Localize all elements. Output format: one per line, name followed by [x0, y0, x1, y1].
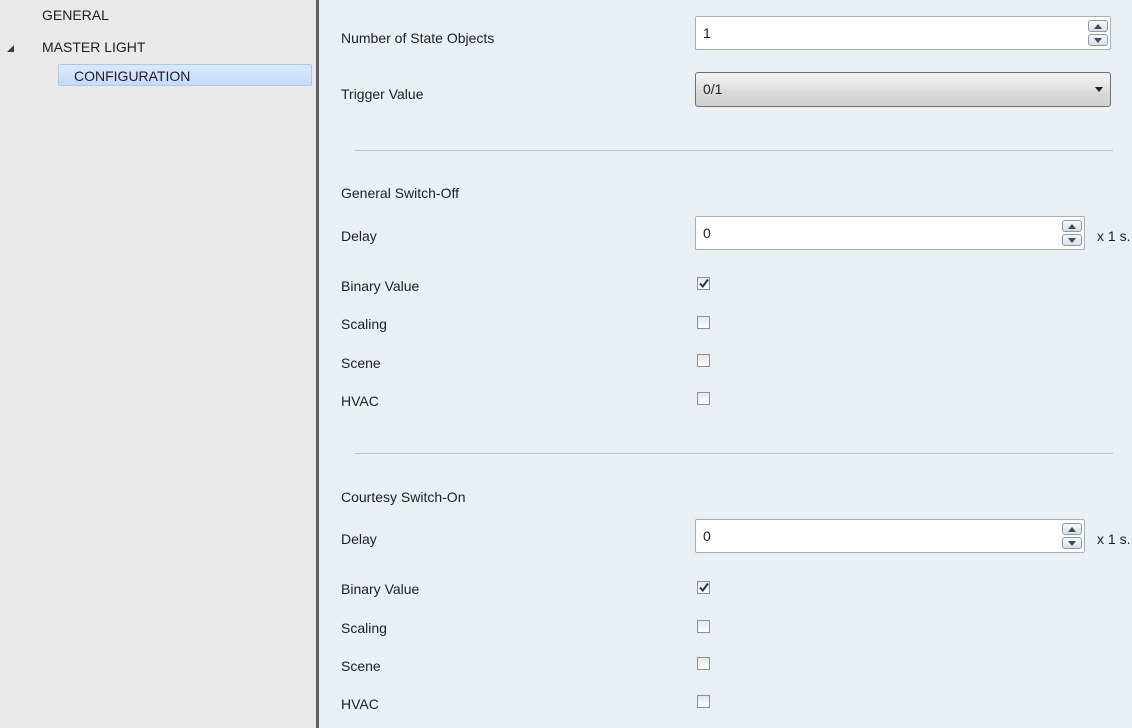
state-objects-spinner[interactable]	[1088, 20, 1108, 46]
arrow-down-icon	[1068, 541, 1076, 546]
tree-item-configuration[interactable]: CONFIGURATION	[58, 64, 312, 86]
sidebar-tree: GENERAL MASTER LIGHT CONFIGURATION	[0, 0, 316, 728]
chevron-down-icon	[1095, 87, 1103, 92]
courtesy-scaling-label: Scaling	[341, 620, 387, 636]
spin-up-button[interactable]	[1062, 523, 1082, 535]
spin-up-button[interactable]	[1088, 20, 1108, 32]
arrow-down-icon	[1094, 38, 1102, 43]
parameter-panel: Number of State Objects 1 Trigger Value …	[319, 0, 1132, 728]
general-hvac-label: HVAC	[341, 393, 379, 409]
courtesy-scaling-checkbox[interactable]	[697, 620, 710, 633]
state-objects-value: 1	[703, 25, 711, 41]
general-scaling-checkbox[interactable]	[697, 316, 710, 329]
checkmark-icon	[699, 582, 709, 593]
courtesy-delay-label: Delay	[341, 531, 377, 547]
arrow-up-icon	[1094, 24, 1102, 29]
general-scene-checkbox[interactable]	[697, 354, 710, 367]
section-divider	[355, 150, 1113, 151]
tree-item-label: MASTER LIGHT	[42, 39, 146, 55]
trigger-value-selected: 0/1	[703, 81, 723, 97]
arrow-down-icon	[1068, 238, 1076, 243]
section-divider	[355, 453, 1113, 454]
courtesy-delay-spinner[interactable]	[1062, 523, 1082, 549]
courtesy-delay-field[interactable]: 0	[695, 519, 1085, 553]
courtesy-hvac-label: HVAC	[341, 696, 379, 712]
collapse-triangle-icon[interactable]	[6, 41, 18, 53]
general-delay-label: Delay	[341, 228, 377, 244]
trigger-value-dropdown[interactable]: 0/1	[695, 72, 1111, 107]
general-binary-label: Binary Value	[341, 278, 420, 294]
spin-down-button[interactable]	[1088, 34, 1108, 46]
state-objects-field[interactable]: 1	[695, 16, 1111, 50]
courtesy-scene-checkbox[interactable]	[697, 657, 710, 670]
tree-item-master-light[interactable]: MASTER LIGHT	[42, 36, 145, 58]
general-delay-spinner[interactable]	[1062, 220, 1082, 246]
spin-down-button[interactable]	[1062, 234, 1082, 246]
trigger-value-label: Trigger Value	[341, 86, 424, 102]
tree-item-label: GENERAL	[42, 7, 109, 23]
general-binary-checkbox[interactable]	[697, 277, 710, 290]
tree-item-general[interactable]: GENERAL	[42, 4, 109, 26]
general-delay-unit: x 1 s.	[1097, 228, 1131, 244]
general-scene-label: Scene	[341, 355, 381, 371]
courtesy-switch-on-title: Courtesy Switch-On	[341, 489, 466, 505]
courtesy-hvac-checkbox[interactable]	[697, 695, 710, 708]
arrow-up-icon	[1068, 527, 1076, 532]
courtesy-delay-unit: x 1 s.	[1097, 531, 1131, 547]
general-delay-field[interactable]: 0	[695, 216, 1085, 250]
checkmark-icon	[699, 278, 709, 289]
tree-item-label: CONFIGURATION	[74, 68, 191, 84]
courtesy-scene-label: Scene	[341, 658, 381, 674]
general-switch-off-title: General Switch-Off	[341, 185, 460, 201]
courtesy-binary-label: Binary Value	[341, 581, 420, 597]
general-scaling-label: Scaling	[341, 316, 387, 332]
general-delay-value: 0	[703, 225, 711, 241]
general-hvac-checkbox[interactable]	[697, 392, 710, 405]
courtesy-delay-value: 0	[703, 528, 711, 544]
arrow-up-icon	[1068, 224, 1076, 229]
courtesy-binary-checkbox[interactable]	[697, 581, 710, 594]
spin-up-button[interactable]	[1062, 220, 1082, 232]
state-objects-label: Number of State Objects	[341, 30, 495, 46]
spin-down-button[interactable]	[1062, 537, 1082, 549]
